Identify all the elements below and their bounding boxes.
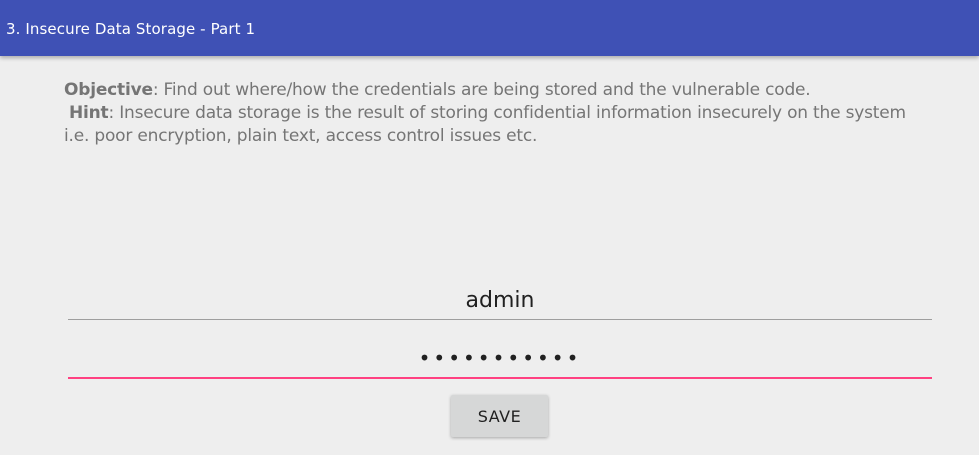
hint-line: Hint: Insecure data storage is the resul…: [64, 102, 944, 125]
hint-line-2: i.e. poor encryption, plain text, access…: [64, 126, 538, 146]
objective-label: Objective: [64, 80, 153, 100]
password-input[interactable]: •••••••••••: [68, 340, 932, 379]
hint-label: Hint: [69, 103, 109, 123]
password-value: •••••••••••: [418, 346, 582, 370]
instructions-text: Objective: Find out where/how the creden…: [64, 79, 944, 148]
hint-text-line1: : Insecure data storage is the result of…: [108, 103, 906, 123]
username-value: admin: [465, 288, 535, 313]
username-input[interactable]: admin: [68, 282, 932, 320]
objective-line: Objective: Find out where/how the creden…: [64, 79, 944, 102]
app-title: 3. Insecure Data Storage - Part 1: [6, 20, 256, 38]
app-bar: 3. Insecure Data Storage - Part 1: [0, 0, 979, 56]
save-button-label: SAVE: [477, 406, 522, 426]
objective-text: : Find out where/how the credentials are…: [152, 80, 811, 100]
save-button[interactable]: SAVE: [451, 395, 548, 437]
